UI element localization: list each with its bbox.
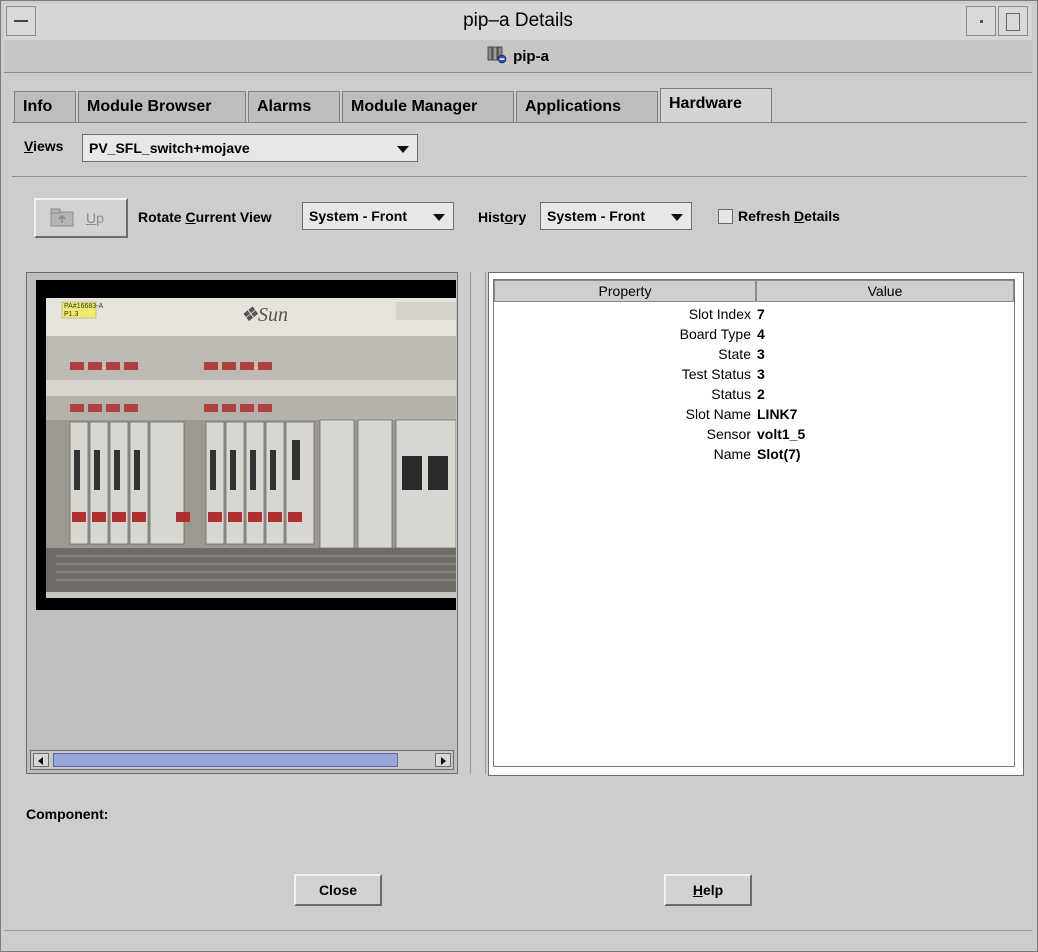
column-header-value[interactable]: Value <box>756 280 1014 302</box>
property-key: Name <box>713 446 751 462</box>
tab-alarms-label: Alarms <box>257 98 312 115</box>
title-bar[interactable]: pip–a Details <box>4 4 1032 41</box>
arrow-left-icon <box>38 757 43 765</box>
table-row[interactable]: Status 2 <box>494 386 1014 406</box>
history-selected: System - Front <box>547 208 646 224</box>
tab-info[interactable]: Info <box>14 91 76 123</box>
horizontal-scrollbar[interactable] <box>30 750 454 770</box>
column-header-property[interactable]: Property <box>494 280 756 302</box>
property-value: volt1_5 <box>757 426 806 442</box>
views-label: Views <box>24 138 64 154</box>
views-dropdown[interactable]: PV_SFL_switch+mojave <box>82 134 418 162</box>
tab-module-browser[interactable]: Module Browser <box>78 91 246 123</box>
table-row[interactable]: State 3 <box>494 346 1014 366</box>
tab-module-manager-label: Module Manager <box>351 98 478 115</box>
component-label: Component: <box>26 806 109 822</box>
property-value: 4 <box>757 326 765 342</box>
table-row[interactable]: Name Slot(7) <box>494 446 1014 466</box>
sun-logo-icon: ❖ <box>240 304 258 326</box>
chassis-badge: PA#16683-A P1.3 <box>64 303 104 318</box>
rotate-view-dropdown[interactable]: System - Front <box>302 202 454 230</box>
refresh-details-checkbox[interactable] <box>718 209 733 224</box>
history-label: History <box>478 209 527 225</box>
maximize-icon <box>1006 13 1020 31</box>
property-key: Board Type <box>679 326 751 342</box>
tab-module-manager[interactable]: Module Manager <box>342 91 514 123</box>
property-table: Property Value Slot Index 7 Board Type 4… <box>493 279 1015 767</box>
host-header: pip-a <box>4 46 1032 65</box>
tab-module-browser-label: Module Browser <box>87 98 212 115</box>
property-value: 7 <box>757 306 765 322</box>
property-value: 3 <box>757 366 765 382</box>
table-row[interactable]: Test Status 3 <box>494 366 1014 386</box>
chevron-down-icon <box>671 214 683 221</box>
server-agent-icon <box>487 46 507 64</box>
property-key: Test Status <box>681 366 751 382</box>
property-value: 3 <box>757 346 765 362</box>
window-title: pip–a Details <box>463 10 573 31</box>
tab-divider <box>12 122 1027 123</box>
table-row[interactable]: Slot Index 7 <box>494 306 1014 326</box>
chassis-brand: ❖Sun <box>240 304 288 326</box>
help-button-label: Help <box>692 882 724 898</box>
property-value: 2 <box>757 386 765 402</box>
tab-info-label: Info <box>23 98 53 115</box>
host-name: pip-a <box>513 48 549 65</box>
tab-applications-label: Applications <box>525 98 622 115</box>
up-button-label: Up <box>86 210 104 226</box>
folder-up-icon <box>50 208 74 227</box>
help-button[interactable]: Help <box>664 874 752 906</box>
chevron-down-icon <box>433 214 445 221</box>
host-bar: pip-a <box>4 40 1032 73</box>
minimize-button[interactable] <box>966 6 996 36</box>
property-key: Sensor <box>706 426 751 442</box>
tab-hardware[interactable]: Hardware <box>660 88 772 123</box>
scroll-left-button[interactable] <box>33 753 49 767</box>
divider <box>12 176 1027 177</box>
property-key: Slot Name <box>685 406 751 422</box>
close-button-label: Close <box>318 882 358 898</box>
tab-hardware-label: Hardware <box>669 95 742 112</box>
split-pane-divider[interactable] <box>470 272 486 774</box>
up-button[interactable]: Up <box>34 198 128 238</box>
bottom-border <box>4 930 1032 931</box>
property-key: Slot Index <box>688 306 751 322</box>
property-value: Slot(7) <box>757 446 801 462</box>
table-row[interactable]: Slot Name LINK7 <box>494 406 1014 426</box>
table-row[interactable]: Sensor volt1_5 <box>494 426 1014 446</box>
rotate-view-label: Rotate Current View <box>138 209 272 225</box>
minimize-icon <box>979 20 983 23</box>
close-button[interactable]: Close <box>294 874 382 906</box>
property-key: Status <box>711 386 751 402</box>
property-table-panel: Property Value Slot Index 7 Board Type 4… <box>488 272 1024 776</box>
history-dropdown[interactable]: System - Front <box>540 202 692 230</box>
chevron-down-icon <box>397 146 409 153</box>
views-selected: PV_SFL_switch+mojave <box>89 140 250 156</box>
scroll-right-button[interactable] <box>435 753 451 767</box>
hardware-image[interactable]: PA#16683-A P1.3 ❖Sun <box>36 280 457 610</box>
chassis-image <box>36 280 457 610</box>
refresh-details-label[interactable]: Refresh Details <box>738 208 840 224</box>
rotate-view-selected: System - Front <box>309 208 408 224</box>
table-row[interactable]: Board Type 4 <box>494 326 1014 346</box>
scrollbar-thumb[interactable] <box>53 753 398 767</box>
arrow-right-icon <box>441 757 446 765</box>
tab-applications[interactable]: Applications <box>516 91 658 123</box>
tab-alarms[interactable]: Alarms <box>248 91 340 123</box>
property-key: State <box>718 346 751 362</box>
property-value: LINK7 <box>757 406 798 422</box>
maximize-button[interactable] <box>998 6 1028 36</box>
